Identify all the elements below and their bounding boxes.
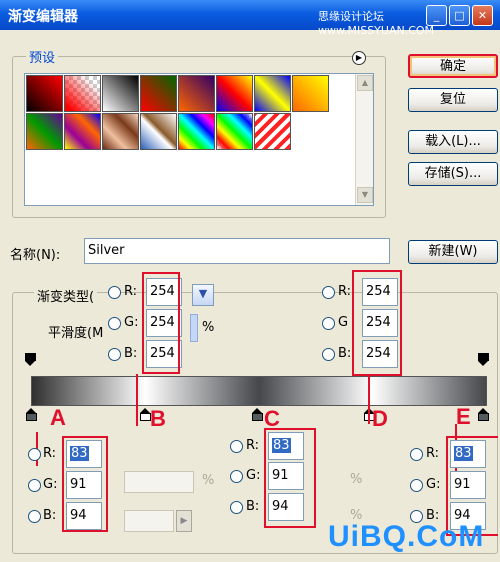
color-stop-c[interactable] [252,408,263,421]
window-title: 渐变编辑器 [8,9,78,25]
swatch-red-black[interactable] [26,75,63,112]
close-button[interactable]: ✕ [472,5,493,26]
swatch-red-transparent[interactable] [64,75,101,112]
top-left-g-label: G: [124,315,139,330]
top-left-r-label: R: [124,284,138,299]
stop-c-g-label: G: [246,468,261,483]
save-button[interactable]: 存储(S)... [408,162,498,186]
watermark-bottom: UiBQ.CoM [328,520,485,553]
highlight-box-b [142,272,180,374]
smoothness-label: 平滑度(M [48,326,104,341]
stop-a-r-radio[interactable] [28,448,41,461]
chevron-down-icon[interactable]: ▼ [192,284,214,306]
swatch-black-white[interactable] [102,75,139,112]
annotation-letter-b: B [150,406,166,431]
swatch-copper[interactable] [102,113,139,150]
annotation-line-d [368,374,370,424]
top-left-r-radio[interactable] [108,286,121,299]
stop-a-g-label: G: [43,477,58,492]
swatch-transparent-stripes[interactable] [254,113,291,150]
smoothness-slider[interactable] [190,314,198,342]
top-right-g-radio[interactable] [322,317,335,330]
swatch-violet-green-orange[interactable] [26,113,63,150]
opacity-stop-left[interactable] [25,353,36,366]
circle-arrow-right-icon[interactable]: ▶ [352,51,366,65]
stop-e-r-label: R: [426,446,440,461]
new-button[interactable]: 新建(W) [408,240,498,264]
stop-c-b-label: B: [246,499,260,514]
swatch-red-green[interactable] [140,75,177,112]
stop-e-g-radio[interactable] [410,479,423,492]
swatch-blue-yellow-blue[interactable] [254,75,291,112]
top-left-b-label: B: [124,346,138,361]
opacity-input-disabled [124,471,194,493]
gradient-type-label: 渐变类型( [34,286,98,305]
smoothness-unit: % [202,320,215,335]
top-left-g-radio[interactable] [108,317,121,330]
presets-title: 预设 [26,47,59,66]
highlight-box-a [62,436,108,532]
annotation-letter-d: D [372,406,388,431]
top-right-b-label: B: [338,346,352,361]
gradient-preview-bar[interactable] [31,376,487,406]
color-stop-a[interactable] [26,408,37,421]
location-input-disabled [124,510,174,532]
swatch-chrome[interactable] [140,113,177,150]
stop-c-r-label: R: [246,438,260,453]
ok-button[interactable]: 确定 [408,54,498,78]
swatch-transparent-rainbow[interactable] [216,113,253,150]
swatch-yellow-violet-orange-blue[interactable] [64,113,101,150]
stop-a-b-label: B: [43,508,57,523]
stop-c-g-radio[interactable] [230,470,243,483]
scroll-up-arrow[interactable]: ▲ [357,75,373,91]
swatch-blue-red-yellow[interactable] [216,75,253,112]
name-input[interactable]: Silver [84,238,390,264]
annotation-letter-e: E [456,404,471,429]
opacity-unit: % [202,473,215,488]
annotation-line-b [136,374,138,426]
highlight-box-d [352,270,402,376]
name-label: 名称(N): [10,248,61,263]
stop-a-b-radio[interactable] [28,510,41,523]
swatch-spectrum[interactable] [178,113,215,150]
opacity-unit-c: % [350,472,363,487]
highlight-box-c [264,428,316,528]
swatch-violet-orange[interactable] [178,75,215,112]
top-right-g-label: G [338,315,349,330]
stop-a-r-label: R: [43,446,57,461]
minimize-button[interactable]: _ [426,5,447,26]
stop-c-r-radio[interactable] [230,440,243,453]
annotation-letter-a: A [50,405,66,430]
arrow-right-icon: ▶ [176,510,192,532]
color-stop-e[interactable] [478,408,489,421]
preset-swatch-panel[interactable] [24,73,374,206]
load-button[interactable]: 载入(L)... [408,130,498,154]
top-right-r-radio[interactable] [322,286,335,299]
stop-e-g-label: G: [426,477,441,492]
top-right-b-radio[interactable] [322,348,335,361]
reset-button[interactable]: 复位 [408,88,498,112]
stop-e-r-radio[interactable] [410,448,423,461]
top-left-b-radio[interactable] [108,348,121,361]
swatch-orange-yellow[interactable] [292,75,329,112]
preset-scrollbar[interactable]: ▲ ▼ [355,74,373,205]
opacity-stop-right[interactable] [478,353,489,366]
stop-c-b-radio[interactable] [230,501,243,514]
top-right-r-label: R: [338,284,352,299]
stop-a-g-radio[interactable] [28,479,41,492]
maximize-button[interactable]: □ [449,5,470,26]
scroll-down-arrow[interactable]: ▼ [357,187,373,203]
